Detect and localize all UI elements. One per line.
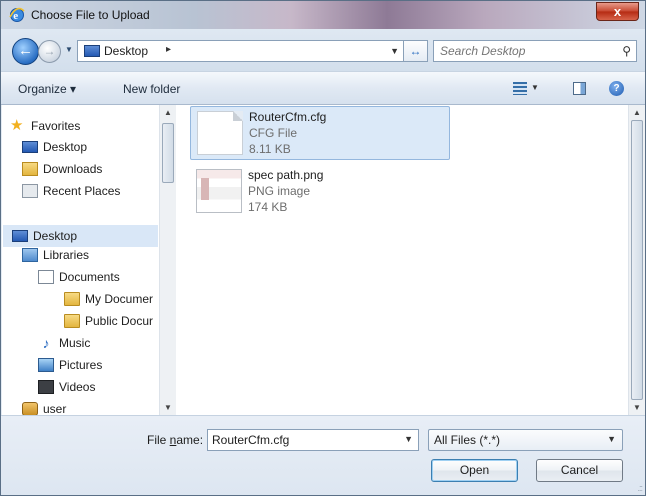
scroll-down-icon[interactable]: ▼ — [164, 403, 172, 412]
cancel-button[interactable]: Cancel — [536, 459, 623, 482]
nav-desktop-label: Desktop — [33, 229, 78, 243]
music-note-icon: ♪ — [42, 335, 50, 351]
address-location[interactable]: Desktop — [104, 44, 148, 58]
folder-icon — [64, 292, 80, 306]
nav-desktop[interactable]: Desktop — [3, 225, 158, 247]
pictures-icon — [38, 358, 54, 372]
file-size: 8.11 KB — [249, 142, 291, 156]
nav-user[interactable]: user — [22, 402, 66, 416]
libraries-icon — [22, 248, 38, 262]
file-type: PNG image — [248, 184, 311, 198]
chevron-down-icon[interactable]: ▼ — [607, 434, 616, 444]
file-upload-dialog: e Choose File to Upload x ← → ▼ Desktop … — [0, 0, 646, 496]
videos-icon — [38, 380, 54, 394]
desktop-icon — [22, 141, 38, 153]
back-button[interactable]: ← — [12, 38, 39, 65]
file-name: RouterCfm.cfg — [249, 110, 327, 124]
favorites-star-icon: ★ — [10, 117, 24, 134]
nav-public-documents[interactable]: Public Docur — [64, 314, 153, 328]
title-bar[interactable]: e Choose File to Upload x — [1, 1, 645, 29]
nav-recent-places-label: Recent Places — [43, 184, 121, 198]
open-button[interactable]: Open — [431, 459, 518, 482]
back-arrow-icon: ← — [18, 42, 33, 59]
ie-icon: e — [9, 7, 25, 22]
address-row: ← → ▼ Desktop ▸ ▼ ↔ ⚲ — [1, 29, 645, 71]
nav-favorites[interactable]: ★ Favorites — [10, 117, 81, 134]
file-name: spec path.png — [248, 168, 324, 182]
scroll-up-icon[interactable]: ▲ — [633, 108, 641, 117]
nav-documents-label: Documents — [59, 270, 120, 284]
command-bar: Organize ▾ New folder ▼ ? — [1, 71, 645, 105]
file-item-spec-path[interactable]: spec path.png PNG image 174 KB — [190, 165, 450, 219]
chevron-down-icon[interactable]: ▼ — [404, 434, 413, 444]
file-list: RouterCfm.cfg CFG File 8.11 KB spec path… — [176, 105, 645, 415]
nav-recent-places[interactable]: Recent Places — [22, 184, 120, 198]
nav-downloads-label: Downloads — [43, 162, 103, 176]
forward-button[interactable]: → — [38, 40, 61, 63]
file-size: 174 KB — [248, 200, 288, 214]
change-view-icon[interactable] — [513, 82, 527, 95]
nav-music-label: Music — [59, 336, 91, 350]
recent-places-icon — [22, 184, 38, 198]
nav-downloads[interactable]: Downloads — [22, 162, 102, 176]
organize-button[interactable]: Organize ▾ — [18, 82, 76, 96]
folder-icon — [64, 314, 80, 328]
resize-grip-icon[interactable]: .:: — [637, 483, 642, 493]
nav-fav-desktop-label: Desktop — [43, 140, 88, 154]
preview-pane-icon[interactable] — [573, 82, 586, 95]
address-bar[interactable]: Desktop ▸ ▼ — [77, 40, 404, 62]
recent-pages-dropdown[interactable]: ▼ — [65, 45, 73, 54]
dialog-footer: File name: ▼ All Files (*.*) ▼ Open Canc… — [1, 415, 645, 495]
cfg-file-icon — [197, 111, 243, 155]
scroll-up-icon[interactable]: ▲ — [164, 108, 172, 117]
file-name-label: File name: — [147, 433, 204, 447]
nav-videos[interactable]: Videos — [38, 380, 95, 394]
file-list-scrollbar[interactable]: ▲ ▼ — [628, 105, 645, 415]
search-input[interactable] — [440, 41, 610, 61]
breadcrumb-chevron-icon[interactable]: ▸ — [166, 44, 171, 55]
scroll-down-icon[interactable]: ▼ — [633, 403, 641, 412]
documents-icon — [38, 270, 54, 284]
user-folder-icon — [22, 402, 38, 416]
address-dropdown-icon[interactable]: ▼ — [390, 46, 399, 56]
file-name-combobox[interactable]: ▼ — [207, 429, 419, 451]
scrollbar-thumb[interactable] — [631, 120, 643, 400]
refresh-button[interactable]: ↔ — [404, 40, 428, 62]
nav-music[interactable]: ♪ Music — [38, 335, 91, 351]
downloads-folder-icon — [22, 162, 38, 176]
help-icon[interactable]: ? — [609, 81, 624, 96]
nav-videos-label: Videos — [59, 380, 96, 394]
navigation-pane: ★ Favorites Desktop Downloads Recent Pla… — [2, 105, 176, 416]
refresh-icon: ↔ — [409, 44, 422, 58]
nav-my-documents-label: My Documer — [85, 292, 154, 306]
close-button[interactable]: x — [596, 2, 639, 21]
search-box[interactable]: ⚲ — [433, 40, 637, 62]
search-icon[interactable]: ⚲ — [622, 44, 631, 58]
nav-my-documents[interactable]: My Documer — [64, 292, 153, 306]
forward-arrow-icon: → — [43, 44, 56, 58]
file-type: CFG File — [249, 126, 297, 140]
nav-favorites-label: Favorites — [31, 119, 81, 133]
file-item-routercfm[interactable]: RouterCfm.cfg CFG File 8.11 KB — [190, 106, 450, 160]
file-type-selected: All Files (*.*) — [434, 433, 501, 447]
close-icon: x — [613, 4, 622, 19]
view-dropdown-icon[interactable]: ▼ — [531, 83, 539, 92]
desktop-icon — [84, 45, 100, 57]
desktop-icon — [12, 230, 28, 242]
nav-documents[interactable]: Documents — [38, 270, 120, 284]
png-image-thumbnail-icon — [196, 169, 242, 213]
new-folder-button[interactable]: New folder — [123, 82, 180, 96]
nav-pictures-label: Pictures — [59, 358, 103, 372]
scrollbar-thumb[interactable] — [162, 123, 174, 183]
window-title: Choose File to Upload — [31, 8, 150, 22]
nav-fav-desktop[interactable]: Desktop — [22, 140, 87, 154]
nav-libraries-label: Libraries — [43, 248, 90, 262]
navigation-scrollbar[interactable]: ▲ ▼ — [159, 105, 176, 415]
nav-user-label: user — [43, 402, 67, 416]
nav-pictures[interactable]: Pictures — [38, 358, 102, 372]
file-name-input[interactable] — [212, 430, 392, 450]
file-type-select[interactable]: All Files (*.*) ▼ — [428, 429, 623, 451]
nav-public-documents-label: Public Docur — [85, 314, 154, 328]
nav-libraries[interactable]: Libraries — [22, 248, 89, 262]
